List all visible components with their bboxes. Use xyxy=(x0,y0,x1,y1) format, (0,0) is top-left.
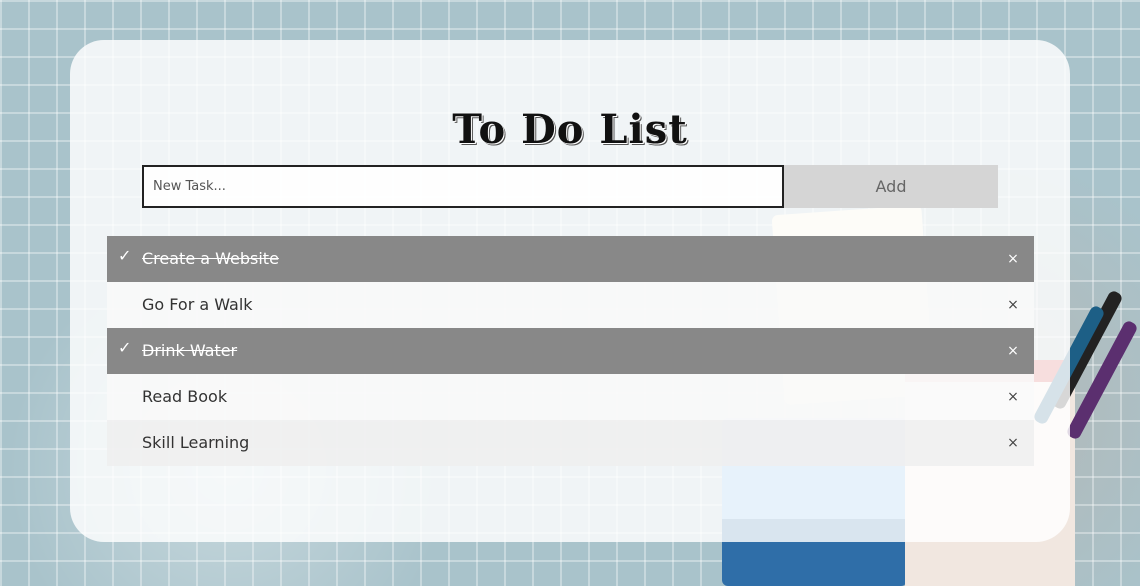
close-icon[interactable]: × xyxy=(1006,420,1020,466)
task-item[interactable]: ✓ Skill Learning × xyxy=(107,420,1034,466)
close-icon[interactable]: × xyxy=(1006,236,1020,282)
task-label: Drink Water xyxy=(142,341,238,360)
task-list: ✓ Create a Website × ✓ Go For a Walk × ✓… xyxy=(107,236,1034,466)
task-item[interactable]: ✓ Drink Water × xyxy=(107,328,1034,374)
task-label: Read Book xyxy=(142,387,228,406)
close-icon[interactable]: × xyxy=(1006,328,1020,374)
page-title: To Do List xyxy=(452,106,688,153)
new-task-input[interactable] xyxy=(142,165,784,208)
task-item[interactable]: ✓ Create a Website × xyxy=(107,236,1034,282)
close-icon[interactable]: × xyxy=(1006,374,1020,420)
task-item[interactable]: ✓ Read Book × xyxy=(107,374,1034,420)
check-icon: ✓ xyxy=(118,338,132,357)
task-label: Create a Website xyxy=(142,249,279,268)
task-label: Skill Learning xyxy=(142,433,250,452)
add-task-button[interactable]: Add xyxy=(784,165,998,208)
task-label: Go For a Walk xyxy=(142,295,253,314)
task-item[interactable]: ✓ Go For a Walk × xyxy=(107,282,1034,328)
check-icon: ✓ xyxy=(118,246,132,265)
close-icon[interactable]: × xyxy=(1006,282,1020,328)
